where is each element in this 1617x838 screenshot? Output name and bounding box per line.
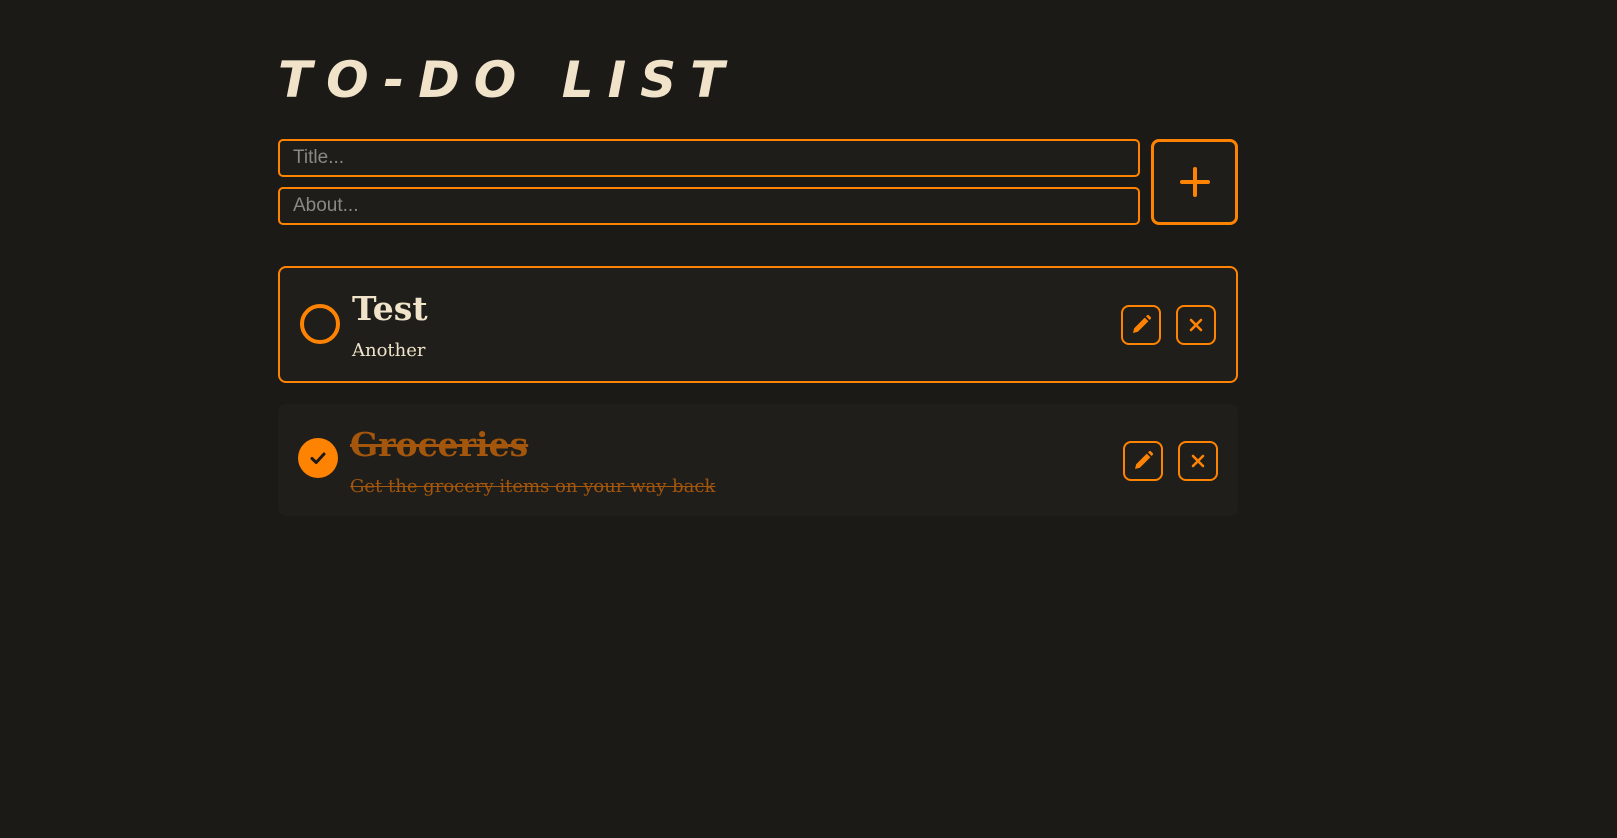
edit-task-button[interactable]	[1121, 305, 1161, 345]
pencil-icon	[1135, 450, 1154, 469]
plus-icon	[1179, 167, 1210, 197]
pencil-icon	[1133, 314, 1152, 333]
close-icon	[1191, 454, 1205, 468]
task-about: Get the grocery items on your way back	[350, 476, 716, 497]
task-about: Another	[352, 340, 426, 361]
close-icon	[1189, 318, 1203, 332]
task-title: Test	[352, 289, 428, 328]
task-item-completed: Groceries Get the grocery items on your …	[278, 404, 1238, 516]
task-complete-toggle[interactable]	[300, 304, 340, 344]
title-input[interactable]	[278, 139, 1140, 177]
about-input[interactable]	[278, 187, 1140, 225]
add-task-button[interactable]	[1151, 139, 1238, 225]
task-item: Test Another	[278, 266, 1238, 383]
delete-task-button[interactable]	[1178, 441, 1218, 481]
checkmark-icon	[310, 452, 326, 464]
edit-task-button[interactable]	[1123, 441, 1163, 481]
page-title: TO-DO LIST	[278, 51, 739, 109]
task-title: Groceries	[350, 425, 529, 464]
task-complete-toggle[interactable]	[298, 438, 338, 478]
delete-task-button[interactable]	[1176, 305, 1216, 345]
